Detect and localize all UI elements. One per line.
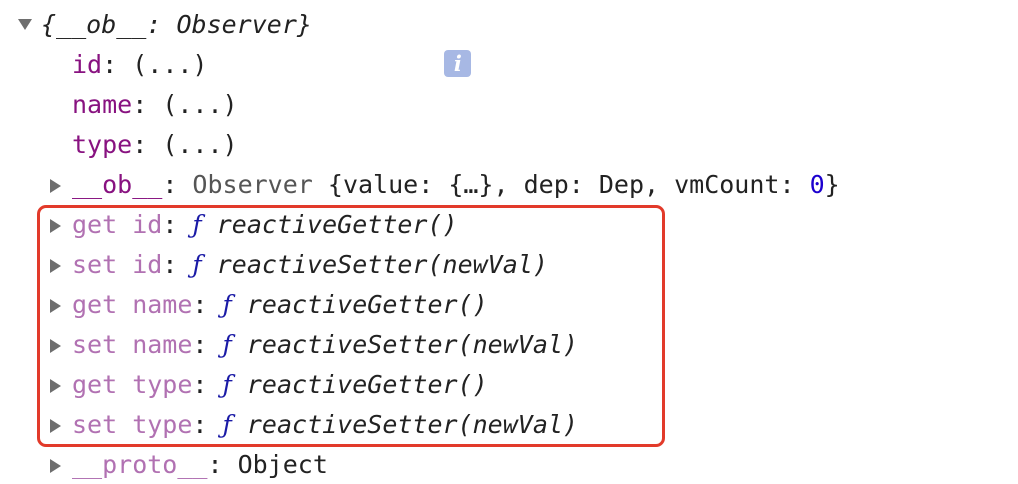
root-object-row[interactable]: {__ob__: Observer} i <box>0 5 472 77</box>
property-row-name[interactable]: name: (...) <box>0 85 400 125</box>
expand-triangle-right-icon[interactable] <box>46 205 66 245</box>
devtools-console-object-tree: {__ob__: Observer} i id: (...) name: (..… <box>0 0 1018 484</box>
expand-triangle-right-icon[interactable] <box>46 445 66 484</box>
function-name[interactable]: reactiveGetter() <box>247 290 488 319</box>
accessor-key: set id <box>72 250 163 279</box>
function-name[interactable]: reactiveGetter() <box>217 210 458 239</box>
colon: : <box>192 330 223 359</box>
expand-triangle-right-icon[interactable] <box>46 165 66 205</box>
type-name: Observer <box>192 170 313 199</box>
colon: : <box>132 130 163 159</box>
preview-sep: , vmCount: <box>644 170 810 199</box>
property-row-type[interactable]: type: (...) <box>0 125 400 165</box>
lazy-value[interactable]: (...) <box>132 50 207 79</box>
function-symbol: ƒ <box>192 250 202 279</box>
value-preview: {…} <box>448 170 494 199</box>
preview-open: {value: <box>327 170 449 199</box>
colon: : <box>132 90 163 119</box>
accessor-row-get-id[interactable]: get id: ƒ reactiveGetter() <box>0 205 600 245</box>
colon: : <box>162 170 193 199</box>
lazy-value[interactable]: (...) <box>162 130 237 159</box>
accessor-key: get type <box>72 370 193 399</box>
colon: : <box>192 370 223 399</box>
preview-sep: , dep: <box>493 170 599 199</box>
accessor-row-set-id[interactable]: set id: ƒ reactiveSetter(newVal) <box>0 245 600 285</box>
accessor-row-get-type[interactable]: get type: ƒ reactiveGetter() <box>0 365 600 405</box>
property-row-id[interactable]: id: (...) <box>0 45 400 85</box>
accessor-row-set-name[interactable]: set name: ƒ reactiveSetter(newVal) <box>0 325 600 365</box>
lazy-value[interactable]: (...) <box>162 90 237 119</box>
function-name[interactable]: reactiveSetter(newVal) <box>247 330 578 359</box>
function-symbol: ƒ <box>222 290 232 319</box>
property-key: name <box>72 90 133 119</box>
proto-property-row[interactable]: __proto__: Object <box>0 445 400 484</box>
colon: : <box>192 290 223 319</box>
ob-property-row[interactable]: __ob__: Observer {value: {…}, dep: Dep, … <box>0 165 960 205</box>
accessor-key: get id <box>72 210 163 239</box>
colon: : <box>162 250 193 279</box>
dep-value: Dep <box>598 170 644 199</box>
function-name[interactable]: reactiveSetter(newVal) <box>247 410 578 439</box>
vmcount-value: 0 <box>809 170 825 199</box>
expand-triangle-right-icon[interactable] <box>46 245 66 285</box>
expand-triangle-right-icon[interactable] <box>46 365 66 405</box>
colon: : <box>207 450 238 479</box>
expand-triangle-right-icon[interactable] <box>46 285 66 325</box>
accessor-key: set name <box>72 330 193 359</box>
proto-value: Object <box>237 450 328 479</box>
accessor-row-set-type[interactable]: set type: ƒ reactiveSetter(newVal) <box>0 405 600 445</box>
info-badge-glyph: i <box>444 49 472 77</box>
preview-close: } <box>824 170 840 199</box>
expand-triangle-right-icon[interactable] <box>46 325 66 365</box>
function-symbol: ƒ <box>222 330 232 359</box>
expand-triangle-down-icon[interactable] <box>14 5 34 45</box>
function-name[interactable]: reactiveSetter(newVal) <box>217 250 548 279</box>
function-symbol: ƒ <box>222 370 232 399</box>
accessor-row-get-name[interactable]: get name: ƒ reactiveGetter() <box>0 285 600 325</box>
function-symbol: ƒ <box>222 410 232 439</box>
property-key: __proto__ <box>72 450 208 479</box>
property-key: id <box>72 50 103 79</box>
root-object-label: {__ob__: Observer} <box>41 10 312 39</box>
function-symbol: ƒ <box>192 210 202 239</box>
accessor-key: get name <box>72 290 193 319</box>
colon: : <box>162 210 193 239</box>
expand-triangle-right-icon[interactable] <box>46 405 66 445</box>
colon: : <box>102 50 133 79</box>
function-name[interactable]: reactiveGetter() <box>247 370 488 399</box>
accessor-key: set type <box>72 410 193 439</box>
property-key: type <box>72 130 133 159</box>
colon: : <box>192 410 223 439</box>
property-key: __ob__ <box>72 170 163 199</box>
